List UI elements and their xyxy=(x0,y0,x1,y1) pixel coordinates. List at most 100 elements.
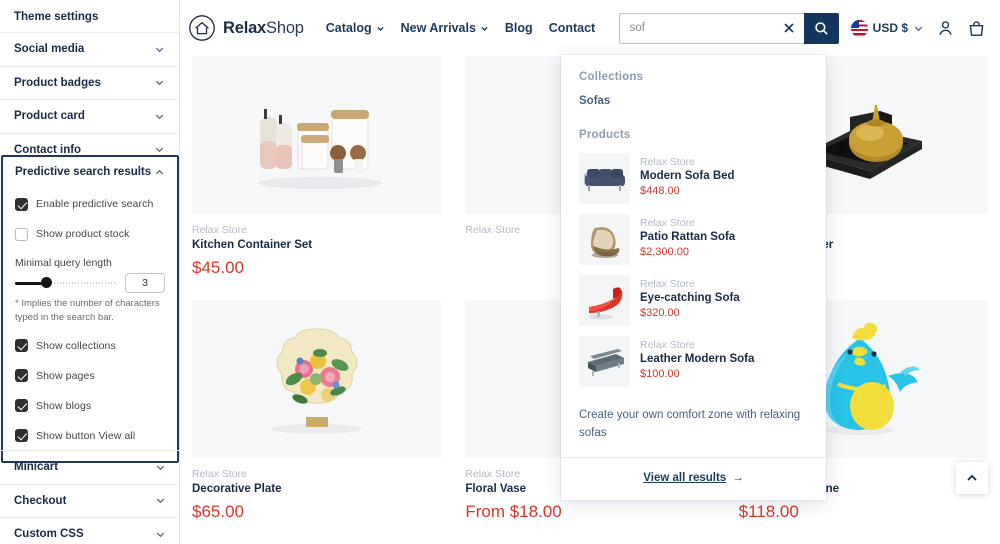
product-thumbnail-grey-sofa xyxy=(579,336,630,387)
product-price: $2,300.00 xyxy=(640,246,689,258)
sidebar-item-social-media[interactable]: Social media xyxy=(0,32,179,66)
chevron-down-icon xyxy=(154,111,165,122)
account-icon[interactable] xyxy=(936,19,955,38)
house-logo-icon xyxy=(188,14,216,42)
nav-item-blog[interactable]: Blog xyxy=(505,21,533,35)
floral-decorative-plate-image xyxy=(271,327,362,434)
sidebar-item-label: Custom CSS xyxy=(14,528,84,541)
sidebar-item-label: Contact info xyxy=(14,143,82,156)
chevron-up-icon xyxy=(967,474,977,481)
search-result-item[interactable]: Relax Store Leather Modern Sofa $100.00 xyxy=(579,336,808,387)
product-price: $118.00 xyxy=(738,502,799,521)
sidebar-item-label: Product badges xyxy=(14,76,101,89)
search-input-value: sof xyxy=(629,22,645,34)
product-image-containers xyxy=(192,56,442,214)
view-all-results-button[interactable]: View all results → xyxy=(643,472,743,484)
product-name: Patio Rattan Sofa xyxy=(640,231,736,243)
logo[interactable]: RelaxShop xyxy=(188,14,304,42)
panel-header[interactable]: Predictive search results xyxy=(3,157,177,187)
chevron-down-icon xyxy=(480,24,489,33)
product-vendor: Relax Store xyxy=(640,217,695,229)
currency-selector[interactable]: USD $ xyxy=(850,19,924,37)
scroll-to-top-button[interactable] xyxy=(956,462,988,494)
product-vendor: Relax Store xyxy=(192,468,247,480)
sidebar-item-product-badges[interactable]: Product badges xyxy=(0,65,179,100)
clear-search-icon[interactable] xyxy=(782,21,796,35)
minimal-query-length-input[interactable]: 3 xyxy=(125,273,165,293)
nav-label: Contact xyxy=(548,21,596,35)
search-button[interactable] xyxy=(803,12,839,44)
checkbox-show-pages[interactable]: Show pages xyxy=(15,361,165,391)
slider-thumb[interactable] xyxy=(41,277,52,288)
checkbox-label: Enable predictive search xyxy=(36,198,154,210)
products-heading: Products xyxy=(579,129,631,141)
product-name: Modern Sofa Bed xyxy=(640,170,735,182)
product-price: From $18.00 xyxy=(465,502,562,521)
sidebar-item-minicart[interactable]: Minicart xyxy=(0,450,179,484)
nav-item-new-arrivals[interactable]: New Arrivals xyxy=(401,21,489,35)
checkbox-label: Show collections xyxy=(36,339,116,352)
predictive-search-dropdown: Collections Sofas Products Relax Store M… xyxy=(561,55,826,500)
checkbox-label: Show button View all xyxy=(36,429,136,442)
product-price: $100.00 xyxy=(640,368,680,380)
cart-bag-icon[interactable] xyxy=(967,19,986,38)
navy-sofa-image xyxy=(583,168,625,191)
chevron-up-icon xyxy=(154,167,165,178)
dropdown-footer: View all results → xyxy=(561,456,826,499)
sidebar-item-product-card[interactable]: Product card xyxy=(0,99,179,133)
product-thumbnail-navy-sofa xyxy=(579,153,630,204)
checkbox-show-button-view-all[interactable]: Show button View all xyxy=(15,421,165,451)
checkbox-show-collections[interactable]: Show collections xyxy=(15,331,165,361)
main-navigation: Catalog New Arrivals Blog Contact xyxy=(326,21,595,35)
sidebar-item-checkout[interactable]: Checkout xyxy=(0,483,179,518)
store-header: RelaxShop Catalog New Arrivals Blog Cont… xyxy=(180,0,1000,56)
checkbox-show-product-stock[interactable]: Show product stock xyxy=(15,219,165,249)
search-result-item[interactable]: Relax Store Patio Rattan Sofa $2,300.00 xyxy=(579,214,808,265)
slider-label: Minimal query length xyxy=(15,257,112,269)
nav-label: New Arrivals xyxy=(400,21,476,35)
checkbox-icon-unchecked xyxy=(15,227,28,241)
theme-settings-sidebar: Theme settings Social media Product badg… xyxy=(0,0,180,544)
search-input[interactable]: sof xyxy=(618,12,804,44)
sidebar-item-label: Social media xyxy=(14,43,85,56)
chevron-down-icon xyxy=(913,23,924,34)
header-actions: sof USD $ xyxy=(618,12,986,44)
chevron-down-icon xyxy=(154,144,165,155)
checkbox-icon-checked xyxy=(15,197,28,211)
us-flag-icon xyxy=(850,19,868,37)
chevron-down-icon xyxy=(154,77,165,88)
product-card[interactable]: Relax Store Kitchen Container Set $45.00 xyxy=(180,56,453,300)
checkbox-label: Show pages xyxy=(36,369,95,382)
collection-result-sofas[interactable]: Sofas xyxy=(579,95,808,107)
checkbox-show-blogs[interactable]: Show blogs xyxy=(15,391,165,421)
nav-item-contact[interactable]: Contact xyxy=(549,21,596,35)
product-price: $448.00 xyxy=(640,185,680,197)
checkbox-label: Show product stock xyxy=(36,228,130,240)
product-thumbnail-red-lounge xyxy=(579,275,630,326)
checkbox-icon-checked xyxy=(15,399,28,413)
product-vendor: Relax Store xyxy=(192,224,247,236)
currency-label: USD $ xyxy=(872,21,908,35)
product-card[interactable]: Relax Store Decorative Plate $65.00 xyxy=(180,300,453,544)
chevron-down-icon xyxy=(376,24,385,33)
search-bar: sof xyxy=(618,12,839,44)
sidebar-item-custom-css[interactable]: Custom CSS xyxy=(0,517,179,544)
screen: Theme settings Social media Product badg… xyxy=(0,0,1000,544)
sidebar-item-label: Checkout xyxy=(14,494,67,507)
checkbox-enable-predictive-search[interactable]: Enable predictive search xyxy=(15,189,165,219)
product-name: Decorative Plate xyxy=(192,483,282,495)
search-icon xyxy=(814,21,828,35)
sidebar-item-label: Minicart xyxy=(14,461,59,474)
search-result-item[interactable]: Relax Store Eye-catching Sofa $320.00 xyxy=(579,275,808,326)
product-vendor: Relax Store xyxy=(640,339,695,351)
minimal-query-length-slider[interactable] xyxy=(15,275,115,291)
nav-item-catalog[interactable]: Catalog xyxy=(326,21,385,35)
product-price: $65.00 xyxy=(192,502,244,521)
chevron-down-icon xyxy=(155,495,166,506)
chevron-down-icon xyxy=(154,44,165,55)
checkbox-icon-checked xyxy=(15,339,28,353)
blog-result-link[interactable]: Create your own comfort zone with relaxi… xyxy=(561,397,826,457)
arrow-right-icon: → xyxy=(732,472,744,485)
checkbox-label: Show blogs xyxy=(36,399,92,412)
search-result-item[interactable]: Relax Store Modern Sofa Bed $448.00 xyxy=(579,153,808,204)
